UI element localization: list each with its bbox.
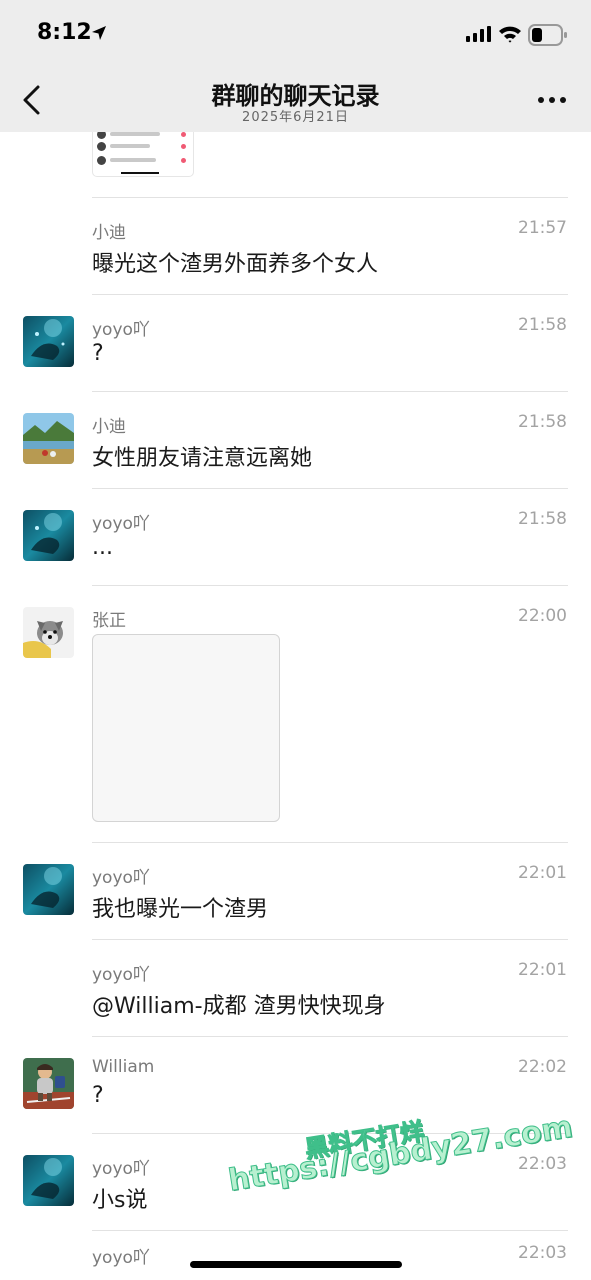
message-item[interactable]: yoyo吖 22:01 我也曝光一个渣男 bbox=[0, 843, 591, 940]
avatar[interactable] bbox=[23, 607, 74, 658]
message-time: 21:58 bbox=[518, 412, 567, 432]
message-time: 22:02 bbox=[518, 1057, 567, 1077]
location-arrow-icon bbox=[92, 26, 106, 40]
message-text: 我也曝光一个渣男 bbox=[92, 897, 269, 922]
message-text: ... bbox=[92, 535, 113, 560]
message-time: 21:58 bbox=[518, 315, 567, 335]
message-list[interactable]: 小迪 21:57 曝光这个渣男外面养多个女人 yoyo吖 21:58 ? 小迪 … bbox=[0, 132, 591, 1280]
message-text: 小s说 bbox=[92, 1188, 148, 1213]
page-subtitle: 2025年6月21日 bbox=[242, 110, 349, 125]
message-time: 22:03 bbox=[518, 1154, 567, 1174]
message-time: 22:00 bbox=[518, 606, 567, 626]
message-item[interactable]: yoyo吖 22:01 @William-成都 渣男快快现身 bbox=[0, 940, 591, 1037]
header-bar: 8:12 群聊的聊天记录 2025年6月21日 bbox=[0, 0, 591, 132]
message-item[interactable]: 张正 22:00 bbox=[0, 586, 591, 842]
avatar[interactable] bbox=[23, 1155, 74, 1206]
sender-name: 张正 bbox=[92, 611, 126, 631]
avatar[interactable] bbox=[23, 1058, 74, 1109]
thumbnail-row bbox=[97, 156, 189, 166]
message-text: 曝光这个渣男外面养多个女人 bbox=[92, 252, 379, 277]
sender-name: William bbox=[92, 1057, 155, 1077]
sender-name: 小迪 bbox=[92, 417, 126, 437]
more-button[interactable] bbox=[536, 90, 568, 110]
message-item[interactable]: yoyo吖 21:58 ? bbox=[0, 295, 591, 392]
message-item[interactable]: 小迪 21:57 曝光这个渣男外面养多个女人 bbox=[0, 198, 591, 295]
message-text: @William-成都 渣男快快现身 bbox=[92, 994, 386, 1019]
sender-name: 小迪 bbox=[92, 223, 126, 243]
avatar[interactable] bbox=[23, 413, 74, 464]
image-message[interactable] bbox=[92, 634, 280, 822]
thumbnail-row bbox=[97, 132, 189, 140]
battery-icon bbox=[528, 24, 567, 46]
sender-name: yoyo吖 bbox=[92, 1248, 150, 1268]
sender-name: yoyo吖 bbox=[92, 965, 150, 985]
message-item[interactable]: 小迪 21:58 女性朋友请注意远离她 bbox=[0, 392, 591, 489]
message-text: ? bbox=[92, 1083, 104, 1108]
status-time: 8:12 bbox=[37, 20, 92, 45]
message-text: ? bbox=[92, 341, 104, 366]
avatar[interactable] bbox=[23, 864, 74, 915]
sender-name: yoyo吖 bbox=[92, 514, 150, 534]
message-time: 22:03 bbox=[518, 1243, 567, 1263]
message-time: 21:57 bbox=[518, 218, 567, 238]
avatar[interactable] bbox=[23, 510, 74, 561]
message-text: 女性朋友请注意远离她 bbox=[92, 446, 313, 471]
sender-name: yoyo吖 bbox=[92, 320, 150, 340]
home-indicator[interactable] bbox=[190, 1261, 402, 1268]
message-time: 21:58 bbox=[518, 509, 567, 529]
message-item[interactable]: yoyo吖 21:58 ... bbox=[0, 489, 591, 586]
avatar[interactable] bbox=[23, 316, 74, 367]
message-time: 22:01 bbox=[518, 863, 567, 883]
sender-name: yoyo吖 bbox=[92, 868, 150, 888]
signal-icon bbox=[466, 26, 491, 42]
wifi-icon bbox=[499, 26, 521, 43]
previous-image-message[interactable] bbox=[92, 132, 194, 177]
message-item[interactable]: yoyo吖 22:03 bbox=[0, 1231, 591, 1280]
message-time: 22:01 bbox=[518, 960, 567, 980]
sender-name: yoyo吖 bbox=[92, 1159, 150, 1179]
thumbnail-row bbox=[97, 142, 189, 152]
